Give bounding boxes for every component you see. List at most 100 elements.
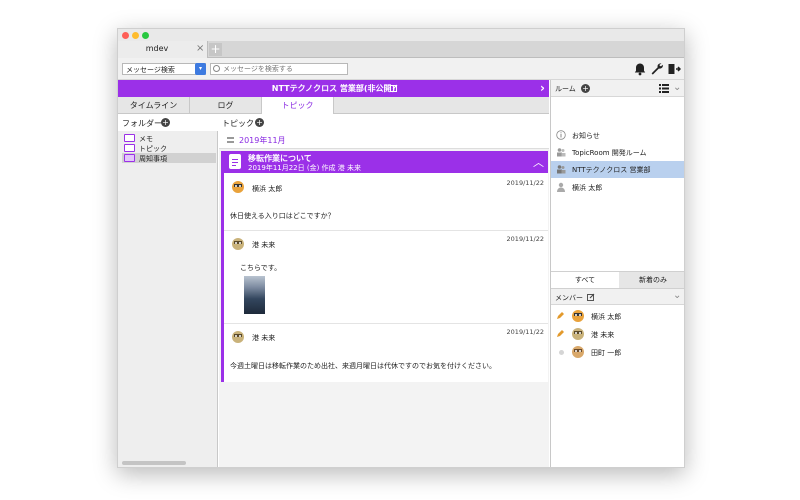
message-item: 港 未来 2019/11/22 今週土曜日は移転作業のため出社、来週月曜日は代休… bbox=[224, 324, 548, 382]
group-icon bbox=[557, 165, 566, 174]
bell-icon[interactable] bbox=[633, 62, 647, 76]
room-item-sales[interactable]: NTTテクノクロス 営業部 bbox=[551, 161, 684, 178]
month-label: 2019年11月 bbox=[239, 136, 286, 145]
avatar bbox=[572, 346, 584, 358]
message-text: こちらです。 bbox=[240, 264, 282, 272]
tab-topic[interactable]: トピック bbox=[262, 97, 334, 114]
search-icon bbox=[213, 65, 220, 72]
document-icon bbox=[229, 154, 241, 169]
search-mode-label: メッセージ検索 bbox=[126, 66, 175, 74]
member-filter-tabs: すべて 新着のみ bbox=[551, 271, 684, 289]
offline-status-icon bbox=[559, 350, 564, 355]
pencil-icon bbox=[557, 330, 564, 337]
message-search-input[interactable] bbox=[210, 63, 348, 75]
folder-icon bbox=[124, 134, 135, 142]
message-item: 港 未来 2019/11/22 こちらです。 bbox=[224, 231, 548, 324]
tab-all[interactable]: すべて bbox=[551, 272, 619, 289]
room-heading: ルーム + ⌄ bbox=[551, 80, 684, 97]
chevron-right-icon[interactable]: › bbox=[540, 81, 545, 95]
month-group-header[interactable]: 2019年11月 bbox=[219, 131, 549, 149]
member-heading-label: メンバー bbox=[555, 294, 583, 302]
list-view-icon[interactable] bbox=[659, 84, 669, 93]
group-icon bbox=[557, 148, 566, 157]
topic-pane: 2019年11月 移転作業について 2019年11月22日 (金) 作成 港 未… bbox=[219, 131, 549, 467]
tab-close-icon[interactable]: × bbox=[196, 43, 204, 55]
channel-title: NTTテクノクロス 営業部(非公開) bbox=[271, 84, 396, 93]
tab-log[interactable]: ログ bbox=[190, 97, 262, 114]
message-text: 休日使える入り口はどこですか？ bbox=[230, 212, 335, 220]
message-date: 2019/11/22 bbox=[506, 179, 544, 187]
member-item[interactable]: 港 未来 bbox=[551, 326, 684, 343]
member-name: 田町 一郎 bbox=[591, 349, 622, 357]
member-name: 横浜 太郎 bbox=[591, 313, 622, 321]
folder-pane: メモ トピック 周知事項 bbox=[118, 131, 218, 467]
minimize-window-button[interactable] bbox=[132, 32, 139, 39]
logout-icon[interactable] bbox=[667, 62, 681, 76]
attached-photo[interactable] bbox=[244, 276, 265, 314]
folder-heading-label: フォルダー bbox=[122, 119, 162, 128]
room-item-direct[interactable]: 横浜 太郎 bbox=[551, 179, 684, 196]
room-label: TopicRoom 開発ルーム bbox=[572, 149, 647, 157]
tab-timeline[interactable]: タイムライン bbox=[118, 97, 190, 114]
collapse-icon[interactable]: ︿ bbox=[533, 154, 544, 170]
avatar bbox=[232, 331, 244, 343]
folder-label: 周知事項 bbox=[139, 155, 167, 163]
message-author: 横浜 太郎 bbox=[252, 185, 283, 193]
room-label: 横浜 太郎 bbox=[572, 184, 603, 192]
edit-channel-icon[interactable] bbox=[390, 84, 398, 92]
tab-title: mdev bbox=[145, 44, 169, 53]
chevron-down-icon[interactable]: ⌄ bbox=[673, 82, 681, 93]
member-heading: メンバー ⌄ bbox=[551, 288, 684, 305]
open-folder-icon bbox=[124, 154, 135, 162]
topic-heading-label: トピック bbox=[222, 119, 254, 128]
info-icon bbox=[556, 130, 566, 140]
add-topic-button[interactable]: + bbox=[255, 118, 264, 127]
topic-meta: 2019年11月22日 (金) 作成 港 未来 bbox=[248, 164, 361, 172]
topic-card-header[interactable]: 移転作業について 2019年11月22日 (金) 作成 港 未来 ︿ bbox=[224, 151, 548, 173]
room-label: NTTテクノクロス 営業部 bbox=[572, 166, 651, 174]
message-date: 2019/11/22 bbox=[506, 235, 544, 243]
right-panel: ルーム + ⌄ お知らせ TopicRoom 開発ルーム NTTテクノクロス 営… bbox=[550, 80, 684, 467]
chevron-down-icon[interactable]: ⌄ bbox=[673, 290, 681, 301]
wrench-icon[interactable] bbox=[650, 62, 664, 76]
message-item: 横浜 太郎 2019/11/22 休日使える入り口はどこですか？ bbox=[224, 173, 548, 231]
tab-new-only[interactable]: 新着のみ bbox=[619, 272, 684, 289]
horizontal-scrollbar[interactable] bbox=[122, 461, 186, 465]
topic-heading: トピック + bbox=[218, 115, 549, 131]
room-item-announcements[interactable]: お知らせ bbox=[551, 127, 684, 144]
message-author: 港 未来 bbox=[252, 334, 276, 342]
folder-heading: フォルダー + bbox=[118, 115, 218, 131]
folder-item-selected[interactable]: 周知事項 bbox=[122, 153, 216, 163]
member-item[interactable]: 横浜 太郎 bbox=[551, 308, 684, 325]
app-window: mdev × + メッセージ検索 ▾ NTTテクノクロス 営業部(非公開) bbox=[117, 28, 685, 468]
close-window-button[interactable] bbox=[122, 32, 129, 39]
view-tabs: タイムライン ログ トピック bbox=[118, 97, 549, 114]
tab-bar: mdev × + bbox=[118, 41, 684, 58]
channel-header: NTTテクノクロス 営業部(非公開) › bbox=[118, 80, 549, 97]
avatar bbox=[232, 238, 244, 250]
room-heading-label: ルーム bbox=[555, 85, 576, 93]
room-item-dev[interactable]: TopicRoom 開発ルーム bbox=[551, 144, 684, 161]
search-mode-select[interactable]: メッセージ検索 ▾ bbox=[122, 63, 206, 75]
tab-mdev[interactable]: mdev × bbox=[118, 41, 208, 58]
edit-members-icon[interactable] bbox=[587, 293, 595, 301]
person-icon bbox=[557, 182, 565, 192]
message-date: 2019/11/22 bbox=[506, 328, 544, 336]
add-room-button[interactable]: + bbox=[581, 84, 590, 93]
list-icon bbox=[227, 137, 234, 143]
room-label: お知らせ bbox=[572, 132, 600, 140]
message-text: 今週土曜日は移転作業のため出社、来週月曜日は代休ですのでお気を付けください。 bbox=[230, 362, 496, 370]
pencil-icon bbox=[557, 312, 564, 319]
folder-icon bbox=[124, 144, 135, 152]
member-name: 港 未来 bbox=[591, 331, 615, 339]
member-item[interactable]: 田町 一郎 bbox=[551, 344, 684, 361]
add-folder-button[interactable]: + bbox=[161, 118, 170, 127]
avatar bbox=[572, 310, 584, 322]
toolbar: メッセージ検索 ▾ bbox=[118, 58, 684, 80]
message-author: 港 未来 bbox=[252, 241, 276, 249]
chevron-down-icon[interactable]: ▾ bbox=[195, 63, 206, 75]
zoom-window-button[interactable] bbox=[142, 32, 149, 39]
new-tab-button[interactable]: + bbox=[209, 43, 222, 56]
folder-item[interactable]: メモ bbox=[122, 133, 216, 143]
folder-item[interactable]: トピック bbox=[122, 143, 216, 153]
